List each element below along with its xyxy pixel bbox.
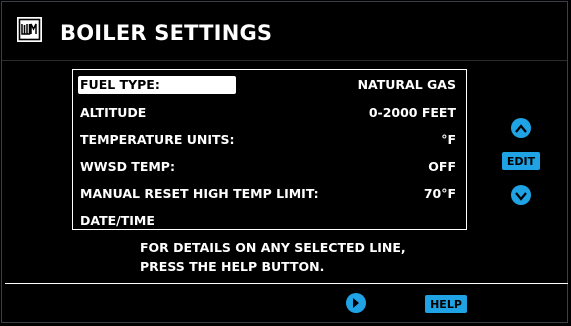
scroll-down-button[interactable] (511, 185, 531, 205)
help-button[interactable]: HELP (425, 295, 467, 313)
settings-list: FUEL TYPE: NATURAL GAS ALTITUDE 0-2000 F… (72, 69, 467, 230)
setting-value: OFF (428, 159, 456, 174)
help-text-line-1: FOR DETAILS ON ANY SELECTED LINE, (140, 240, 406, 255)
footer-divider (5, 283, 568, 284)
header-divider (2, 60, 567, 61)
scroll-up-button[interactable] (511, 118, 531, 138)
setting-label: DATE/TIME (80, 213, 155, 228)
setting-label: TEMPERATURE UNITS: (80, 132, 235, 147)
brand-logo-icon (17, 17, 42, 42)
chevron-down-icon (515, 186, 527, 205)
setting-label: MANUAL RESET HIGH TEMP LIMIT: (80, 186, 319, 201)
settings-row-fuel-type[interactable]: FUEL TYPE: NATURAL GAS (78, 76, 456, 94)
settings-row-date-time[interactable]: DATE/TIME (78, 212, 456, 230)
settings-row-wwsd-temp[interactable]: WWSD TEMP: OFF (78, 158, 456, 176)
chevron-up-icon (515, 119, 527, 138)
settings-row-temperature-units[interactable]: TEMPERATURE UNITS: °F (78, 131, 456, 149)
help-instructions: FOR DETAILS ON ANY SELECTED LINE, PRESS … (140, 238, 406, 276)
edit-button[interactable]: EDIT (502, 152, 540, 170)
settings-row-manual-reset-high-temp-limit[interactable]: MANUAL RESET HIGH TEMP LIMIT: 70°F (78, 185, 456, 203)
settings-row-altitude[interactable]: ALTITUDE 0-2000 FEET (78, 104, 456, 122)
play-right-icon (351, 294, 361, 313)
next-button[interactable] (346, 293, 366, 313)
setting-value: NATURAL GAS (357, 77, 456, 92)
setting-label: WWSD TEMP: (80, 159, 175, 174)
setting-value: 0-2000 FEET (368, 105, 456, 120)
setting-label: FUEL TYPE: (78, 76, 236, 94)
help-text-line-2: PRESS THE HELP BUTTON. (140, 259, 325, 274)
page-title: BOILER SETTINGS (60, 21, 273, 45)
setting-label: ALTITUDE (80, 105, 147, 120)
setting-value: °F (441, 132, 456, 147)
setting-value: 70°F (423, 186, 456, 201)
